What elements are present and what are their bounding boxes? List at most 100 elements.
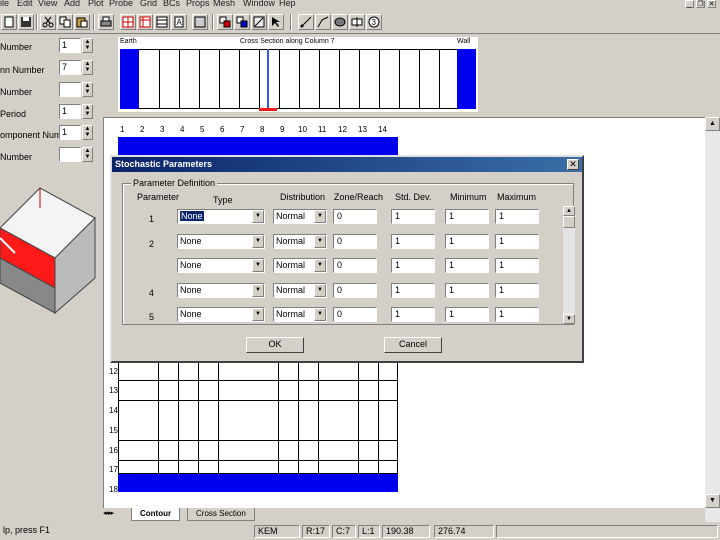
maximum-field[interactable]: 1 xyxy=(495,258,539,273)
component-spinner-value[interactable]: 1 xyxy=(59,125,81,140)
dropdown-arrow-icon[interactable]: ▼ xyxy=(252,308,264,321)
save-icon[interactable] xyxy=(18,14,34,30)
layer-up-icon[interactable] xyxy=(234,14,250,30)
cancel-button[interactable]: Cancel xyxy=(384,337,442,353)
new-file-icon[interactable] xyxy=(1,14,17,30)
maximum-field[interactable]: 1 xyxy=(495,234,539,249)
std-dev-field[interactable]: 1 xyxy=(391,234,435,249)
arrow-select-icon[interactable] xyxy=(268,14,284,30)
type-select[interactable]: None ▼ xyxy=(177,209,265,224)
close-icon[interactable]: ✕ xyxy=(707,0,716,8)
species-spinner-value[interactable] xyxy=(59,147,81,162)
type-select[interactable]: None ▼ xyxy=(177,258,265,273)
std-dev-field[interactable]: 1 xyxy=(391,209,435,224)
menu-probe[interactable]: Probe xyxy=(109,0,133,8)
line-tool-icon[interactable] xyxy=(298,14,314,30)
scroll-thumb[interactable] xyxy=(563,216,575,228)
dropdown-arrow-icon[interactable]: ▼ xyxy=(314,308,326,321)
type-select[interactable]: None ▼ xyxy=(177,283,265,298)
dropdown-arrow-icon[interactable]: ▼ xyxy=(314,259,326,272)
minimize-icon[interactable]: _ xyxy=(685,0,694,8)
layer-spinner-value[interactable] xyxy=(59,82,81,97)
spinner-arrows-icon[interactable]: ▲ ▼ xyxy=(82,82,93,97)
dropdown-arrow-icon[interactable]: ▼ xyxy=(314,235,326,248)
number-spinner[interactable]: 1 ▲ ▼ xyxy=(59,38,93,53)
dropdown-arrow-icon[interactable]: ▼ xyxy=(252,235,264,248)
zone-field[interactable]: 0 xyxy=(333,209,377,224)
distribution-select[interactable]: Normal ▼ xyxy=(273,234,327,249)
column-spinner[interactable]: 7 ▲ ▼ xyxy=(59,60,93,75)
minimum-field[interactable]: 1 xyxy=(445,234,489,249)
dropdown-arrow-icon[interactable]: ▼ xyxy=(252,210,264,223)
menu-bcs[interactable]: BCs xyxy=(163,0,180,8)
grid-move-icon[interactable] xyxy=(137,14,153,30)
distribution-select[interactable]: Normal ▼ xyxy=(273,307,327,322)
layer-down-icon[interactable] xyxy=(217,14,233,30)
print-icon[interactable] xyxy=(98,14,114,30)
distribution-select[interactable]: Normal ▼ xyxy=(273,258,327,273)
distribution-select[interactable]: Normal ▼ xyxy=(273,283,327,298)
component-spinner[interactable]: 1 ▲ ▼ xyxy=(59,125,93,140)
std-dev-field[interactable]: 1 xyxy=(391,307,435,322)
menu-props[interactable]: Props xyxy=(186,0,210,8)
grid-vertical-scrollbar[interactable]: ▲ ▼ xyxy=(705,117,720,522)
spinner-arrows-icon[interactable]: ▲ ▼ xyxy=(82,147,93,162)
menu-window[interactable]: Window xyxy=(243,0,275,8)
paste-icon[interactable] xyxy=(74,14,90,30)
menu-file[interactable]: ile xyxy=(0,0,9,8)
minimum-field[interactable]: 1 xyxy=(445,307,489,322)
layer-spinner[interactable]: ▲ ▼ xyxy=(59,82,93,97)
tab-contour[interactable]: Contour xyxy=(131,508,181,521)
menu-grid[interactable]: Grid xyxy=(140,0,157,8)
menu-help[interactable]: Hep xyxy=(279,0,296,8)
maximum-field[interactable]: 1 xyxy=(495,307,539,322)
split-tool-icon[interactable] xyxy=(349,14,365,30)
maximum-field[interactable]: 1 xyxy=(495,209,539,224)
spinner-arrows-icon[interactable]: ▲ ▼ xyxy=(82,60,93,75)
ok-button[interactable]: OK xyxy=(246,337,304,353)
std-dev-field[interactable]: 1 xyxy=(391,258,435,273)
polyline-tool-icon[interactable] xyxy=(315,14,331,30)
grid-edit-icon[interactable] xyxy=(120,14,136,30)
zone-field[interactable]: 0 xyxy=(333,258,377,273)
dialog-title-bar[interactable]: Stochastic Parameters ✕ xyxy=(112,157,582,172)
minimum-field[interactable]: 1 xyxy=(445,258,489,273)
tab-nav-arrows-icon[interactable]: ◂◂▸▸ xyxy=(103,509,127,520)
std-dev-field[interactable]: 1 xyxy=(391,283,435,298)
grid-cells[interactable] xyxy=(118,356,398,492)
zone-icon[interactable] xyxy=(192,14,208,30)
spinner-arrows-icon[interactable]: ▲ ▼ xyxy=(82,104,93,119)
period-spinner[interactable]: 1 ▲ ▼ xyxy=(59,104,93,119)
menu-edit[interactable]: Edit xyxy=(17,0,33,8)
period-spinner-value[interactable]: 1 xyxy=(59,104,81,119)
minimum-field[interactable]: 1 xyxy=(445,209,489,224)
minimum-field[interactable]: 1 xyxy=(445,283,489,298)
help-about-icon[interactable]: 3 xyxy=(366,14,382,30)
overlay-icon[interactable] xyxy=(251,14,267,30)
dropdown-arrow-icon[interactable]: ▼ xyxy=(252,284,264,297)
tab-cross-section[interactable]: Cross Section xyxy=(187,508,255,521)
menu-view[interactable]: View xyxy=(38,0,57,8)
dropdown-arrow-icon[interactable]: ▼ xyxy=(252,259,264,272)
maximum-field[interactable]: 1 xyxy=(495,283,539,298)
properties-icon[interactable]: A xyxy=(171,14,187,30)
copy-icon[interactable] xyxy=(57,14,73,30)
menu-mesh[interactable]: Mesh xyxy=(213,0,235,8)
dialog-scrollbar[interactable]: ▲ ▼ xyxy=(563,206,575,324)
dropdown-arrow-icon[interactable]: ▼ xyxy=(314,210,326,223)
dropdown-arrow-icon[interactable]: ▼ xyxy=(314,284,326,297)
zone-field[interactable]: 0 xyxy=(333,283,377,298)
grid-row-boundary-bottom[interactable] xyxy=(118,474,398,492)
zone-field[interactable]: 0 xyxy=(333,234,377,249)
restore-icon[interactable]: ❐ xyxy=(696,0,705,8)
type-select[interactable]: None ▼ xyxy=(177,234,265,249)
scroll-up-icon[interactable]: ▲ xyxy=(563,206,575,216)
type-select[interactable]: None ▼ xyxy=(177,307,265,322)
spinner-arrows-icon[interactable]: ▲ ▼ xyxy=(82,38,93,53)
menu-plot[interactable]: Plot xyxy=(88,0,104,8)
number-spinner-value[interactable]: 1 xyxy=(59,38,81,53)
menu-add[interactable]: Add xyxy=(64,0,80,8)
close-icon[interactable]: ✕ xyxy=(567,159,579,170)
polygon-tool-icon[interactable] xyxy=(332,14,348,30)
scroll-down-icon[interactable]: ▼ xyxy=(705,494,720,508)
